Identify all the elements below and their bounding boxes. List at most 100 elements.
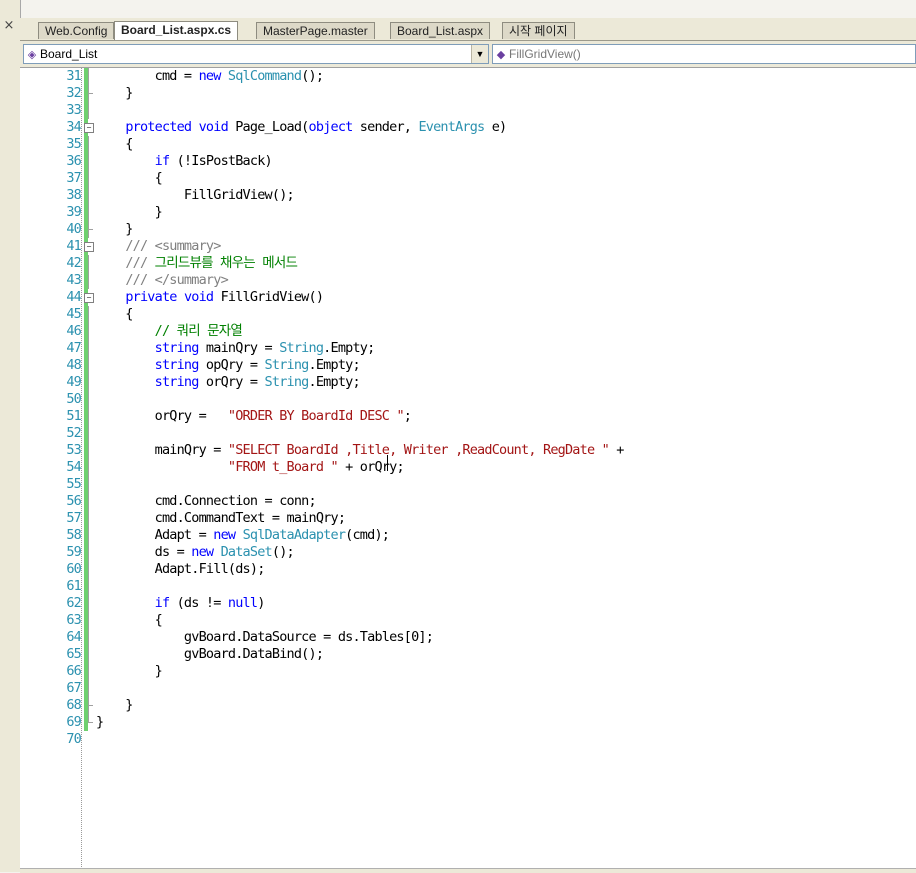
code-text[interactable]: /// <summary>	[96, 238, 221, 255]
code-text[interactable]: mainQry = "SELECT BoardId ,Title, Writer…	[96, 442, 625, 459]
code-line[interactable]: 41− /// <summary>	[20, 238, 916, 255]
code-line[interactable]: 58 Adapt = new SqlDataAdapter(cmd);	[20, 527, 916, 544]
collapse-icon[interactable]: −	[84, 123, 94, 133]
code-text[interactable]: {	[96, 306, 133, 323]
code-line[interactable]: 55	[20, 476, 916, 493]
code-text[interactable]: {	[96, 612, 163, 629]
code-text[interactable]: }	[96, 697, 133, 714]
code-text[interactable]: string orQry = String.Empty;	[96, 374, 361, 391]
code-text[interactable]: Adapt.Fill(ds);	[96, 561, 266, 578]
code-line[interactable]: 34− protected void Page_Load(object send…	[20, 119, 916, 136]
code-text[interactable]: Adapt = new SqlDataAdapter(cmd);	[96, 527, 390, 544]
code-text[interactable]: {	[96, 170, 163, 187]
code-line[interactable]: 39 }	[20, 204, 916, 221]
code-line[interactable]: 44− private void FillGridView()	[20, 289, 916, 306]
code-text[interactable]: /// </summary>	[96, 272, 228, 289]
code-line[interactable]: 53 mainQry = "SELECT BoardId ,Title, Wri…	[20, 442, 916, 459]
class-combo[interactable]: ◈ Board_List ▼	[23, 44, 489, 64]
code-line[interactable]: 57 cmd.CommandText = mainQry;	[20, 510, 916, 527]
code-text[interactable]: cmd.Connection = conn;	[96, 493, 317, 510]
text-cursor-ibeam	[387, 455, 388, 471]
outline-guide	[88, 272, 89, 289]
code-text[interactable]: orQry = "ORDER BY BoardId DESC ";	[96, 408, 412, 425]
close-icon[interactable]: ×	[2, 19, 16, 33]
collapse-icon[interactable]: −	[84, 293, 94, 303]
code-line[interactable]: 49 string orQry = String.Empty;	[20, 374, 916, 391]
tab-start-page[interactable]: 시작 페이지	[502, 22, 575, 39]
tab-web-config[interactable]: Web.Config	[38, 22, 115, 39]
code-line[interactable]: 65 gvBoard.DataBind();	[20, 646, 916, 663]
code-text[interactable]: }	[96, 221, 133, 238]
code-text[interactable]: private void FillGridView()	[96, 289, 324, 306]
code-line[interactable]: 59 ds = new DataSet();	[20, 544, 916, 561]
tab-masterpage-master[interactable]: MasterPage.master	[256, 22, 375, 39]
code-line[interactable]: 47 string mainQry = String.Empty;	[20, 340, 916, 357]
code-text[interactable]: }	[96, 714, 104, 731]
line-number: 31	[66, 68, 81, 84]
outline-guide	[88, 510, 89, 527]
code-text[interactable]: FillGridView();	[96, 187, 295, 204]
code-line[interactable]: 31 cmd = new SqlCommand();	[20, 68, 916, 85]
code-text[interactable]: if (!IsPostBack)	[96, 153, 273, 170]
code-line[interactable]: 70	[20, 731, 916, 748]
tab-board-list-aspx-cs[interactable]: Board_List.aspx.cs	[114, 21, 239, 40]
code-text[interactable]: }	[96, 204, 163, 221]
code-line[interactable]: 52	[20, 425, 916, 442]
code-text[interactable]: protected void Page_Load(object sender, …	[96, 119, 507, 136]
code-line[interactable]: 40 }	[20, 221, 916, 238]
outline-guide	[88, 646, 89, 663]
code-line[interactable]: 60 Adapt.Fill(ds);	[20, 561, 916, 578]
code-line[interactable]: 45 {	[20, 306, 916, 323]
code-text[interactable]: // 쿼리 문자열	[96, 323, 243, 340]
code-text[interactable]: cmd = new SqlCommand();	[96, 68, 324, 85]
code-line[interactable]: 51 orQry = "ORDER BY BoardId DESC ";	[20, 408, 916, 425]
line-number: 67	[66, 680, 81, 696]
tab-board-list-aspx[interactable]: Board_List.aspx	[390, 22, 491, 39]
line-number: 44	[66, 289, 81, 305]
code-text[interactable]: cmd.CommandText = mainQry;	[96, 510, 346, 527]
code-text[interactable]: string opQry = String.Empty;	[96, 357, 361, 374]
code-line[interactable]: 48 string opQry = String.Empty;	[20, 357, 916, 374]
code-line[interactable]: 42 /// 그리드뷰를 채우는 메서드	[20, 255, 916, 272]
code-line[interactable]: 62 if (ds != null)	[20, 595, 916, 612]
code-line[interactable]: 54 "FROM t_Board " + orQry;	[20, 459, 916, 476]
outline-guide	[88, 425, 89, 442]
code-text[interactable]: /// 그리드뷰를 채우는 메서드	[96, 255, 298, 272]
code-line[interactable]: 50	[20, 391, 916, 408]
collapse-icon[interactable]: −	[84, 242, 94, 252]
code-line[interactable]: 33	[20, 102, 916, 119]
code-text[interactable]: }	[96, 85, 133, 102]
code-line[interactable]: 68 }	[20, 697, 916, 714]
code-line[interactable]: 37 {	[20, 170, 916, 187]
class-dropdown-icon[interactable]: ▼	[471, 45, 488, 63]
outline-guide	[88, 408, 89, 425]
outline-guide	[88, 391, 89, 408]
code-line[interactable]: 36 if (!IsPostBack)	[20, 153, 916, 170]
code-editor[interactable]: 31 cmd = new SqlCommand(); 32 } 33 34− prot…	[20, 67, 916, 873]
code-area[interactable]: 31 cmd = new SqlCommand(); 32 } 33 34− prot…	[20, 68, 916, 748]
code-line[interactable]: 56 cmd.Connection = conn;	[20, 493, 916, 510]
code-text[interactable]: }	[96, 663, 163, 680]
code-line[interactable]: 35 {	[20, 136, 916, 153]
code-line[interactable]: 46 // 쿼리 문자열	[20, 323, 916, 340]
line-number: 56	[66, 493, 81, 509]
code-line[interactable]: 66 }	[20, 663, 916, 680]
code-line[interactable]: 38 FillGridView();	[20, 187, 916, 204]
horizontal-scrollbar[interactable]	[20, 868, 916, 873]
code-text[interactable]: string mainQry = String.Empty;	[96, 340, 376, 357]
code-text[interactable]: gvBoard.DataSource = ds.Tables[0];	[96, 629, 434, 646]
code-text[interactable]: ds = new DataSet();	[96, 544, 295, 561]
code-line[interactable]: 69}	[20, 714, 916, 731]
code-line[interactable]: 43 /// </summary>	[20, 272, 916, 289]
outline-guide	[88, 357, 89, 374]
code-line[interactable]: 64 gvBoard.DataSource = ds.Tables[0];	[20, 629, 916, 646]
code-line[interactable]: 63 {	[20, 612, 916, 629]
member-combo[interactable]: ◆ FillGridView()	[492, 44, 916, 64]
code-text[interactable]: {	[96, 136, 133, 153]
code-line[interactable]: 61	[20, 578, 916, 595]
code-line[interactable]: 32 }	[20, 85, 916, 102]
code-text[interactable]: if (ds != null)	[96, 595, 266, 612]
code-text[interactable]: "FROM t_Board " + orQry;	[96, 459, 405, 476]
code-text[interactable]: gvBoard.DataBind();	[96, 646, 324, 663]
code-line[interactable]: 67	[20, 680, 916, 697]
